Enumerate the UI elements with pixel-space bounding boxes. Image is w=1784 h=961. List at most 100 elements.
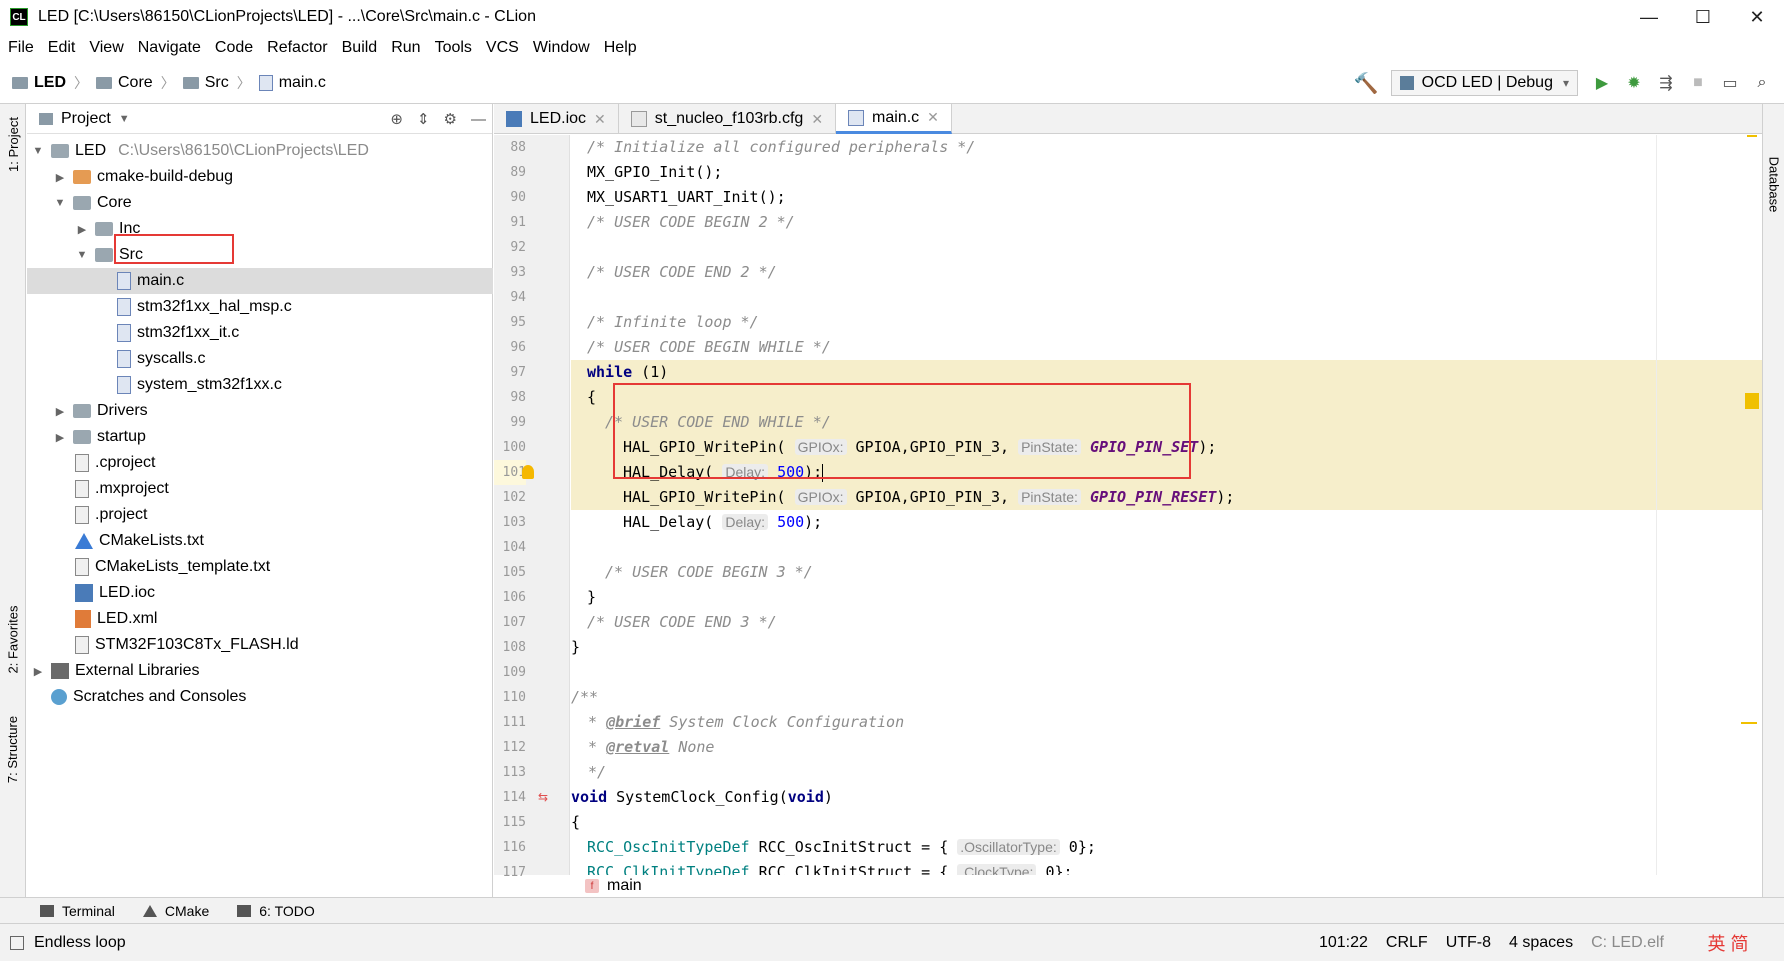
- tree-item-it[interactable]: stm32f1xx_it.c: [27, 320, 493, 346]
- menu-window[interactable]: Window: [533, 39, 590, 57]
- tree-item-core[interactable]: ▼ Core: [27, 190, 493, 216]
- project-icon: [39, 112, 53, 125]
- tree-item-flash-ld[interactable]: STM32F103C8Tx_FLASH.ld: [27, 632, 493, 658]
- hide-icon[interactable]: —: [471, 111, 486, 128]
- tree-item-syscalls[interactable]: syscalls.c: [27, 346, 493, 372]
- window-title: LED [C:\Users\86150\CLionProjects\LED] -…: [38, 8, 536, 25]
- lightbulb-icon[interactable]: [522, 465, 534, 479]
- file-encoding[interactable]: UTF-8: [1446, 934, 1491, 952]
- tab-st-nucleo-cfg[interactable]: st_nucleo_f103rb.cfg ✕: [619, 104, 837, 134]
- tool-terminal[interactable]: Terminal: [40, 903, 115, 919]
- tool-todo[interactable]: 6: TODO: [237, 903, 315, 919]
- chevron-down-icon[interactable]: ▼: [53, 197, 67, 209]
- tree-item-scratches[interactable]: Scratches and Consoles: [27, 684, 493, 710]
- tree-item-led-xml[interactable]: LED.xml: [27, 606, 493, 632]
- tree-item-led-ioc[interactable]: LED.ioc: [27, 580, 493, 606]
- editor-breadcrumb[interactable]: f main: [571, 875, 1762, 897]
- tree-item-hal-msp[interactable]: stm32f1xx_hal_msp.c: [27, 294, 493, 320]
- search-icon[interactable]: ⌕: [1752, 73, 1772, 93]
- code-line: while (1): [587, 363, 669, 381]
- minimize-button[interactable]: —: [1622, 0, 1676, 34]
- resolve-context[interactable]: C: LED.elf: [1591, 934, 1664, 952]
- close-tab-icon[interactable]: ✕: [594, 111, 606, 128]
- caret-position[interactable]: 101:22: [1319, 934, 1368, 952]
- tab-project[interactable]: 1: Project: [0, 104, 26, 184]
- menu-file[interactable]: File: [8, 39, 34, 57]
- tab-main-c[interactable]: main.c ✕: [836, 104, 952, 134]
- menu-code[interactable]: Code: [215, 39, 253, 57]
- tree-item-system-stm32[interactable]: system_stm32f1xx.c: [27, 372, 493, 398]
- layout-toggle-icon[interactable]: [10, 935, 24, 950]
- cmake-icon: [142, 904, 157, 917]
- tree-item-project[interactable]: .project: [27, 502, 493, 528]
- tree-item-drivers[interactable]: ▶ Drivers: [27, 398, 493, 424]
- library-icon: [51, 663, 69, 679]
- chevron-down-icon[interactable]: ▼: [119, 113, 130, 125]
- param-hint: PinState:: [1018, 489, 1081, 505]
- menu-bar: File Edit View Navigate Code Refactor Bu…: [0, 34, 1784, 62]
- maximize-button[interactable]: ☐: [1676, 0, 1730, 34]
- chevron-right-icon[interactable]: ▶: [75, 223, 89, 236]
- menu-help[interactable]: Help: [604, 39, 637, 57]
- debug-bug-icon[interactable]: ✹: [1624, 73, 1644, 93]
- close-tab-icon[interactable]: ✕: [811, 111, 823, 128]
- tool-cmake[interactable]: CMake: [142, 903, 209, 919]
- close-button[interactable]: ✕: [1730, 0, 1784, 34]
- breadcrumb-src[interactable]: Src: [182, 74, 229, 92]
- menu-refactor[interactable]: Refactor: [267, 39, 327, 57]
- chevron-right-icon[interactable]: ▶: [53, 431, 67, 444]
- breadcrumb-core[interactable]: Core: [96, 74, 153, 92]
- xml-file-icon: [75, 610, 91, 628]
- tree-item-led-root[interactable]: ▼ LED C:\Users\86150\CLionProjects\LED: [27, 138, 493, 164]
- tree-item-main-c[interactable]: main.c: [27, 268, 493, 294]
- menu-build[interactable]: Build: [342, 39, 378, 57]
- tab-database[interactable]: Database: [1763, 134, 1784, 234]
- tab-led-ioc[interactable]: LED.ioc ✕: [494, 104, 619, 134]
- chevron-down-icon[interactable]: ▼: [75, 249, 89, 261]
- build-hammer-icon[interactable]: 🔨: [1354, 71, 1379, 96]
- function-icon: f: [585, 879, 599, 893]
- tree-item-cproject[interactable]: .cproject: [27, 450, 493, 476]
- tree-item-mxproject[interactable]: .mxproject: [27, 476, 493, 502]
- tree-item-src[interactable]: ▼ Src: [27, 242, 493, 268]
- menu-view[interactable]: View: [89, 39, 123, 57]
- chevron-down-icon[interactable]: ▼: [31, 145, 45, 157]
- run-config-select[interactable]: OCD LED | Debug ▾: [1390, 70, 1578, 96]
- tree-item-startup[interactable]: ▶ startup: [27, 424, 493, 450]
- line-number: 92: [510, 240, 526, 255]
- menu-tools[interactable]: Tools: [435, 39, 472, 57]
- stop-icon[interactable]: ■: [1688, 73, 1708, 93]
- line-separator[interactable]: CRLF: [1386, 934, 1428, 952]
- menu-edit[interactable]: Edit: [48, 39, 76, 57]
- line-number-gutter: 88 89 90 91 92 93 94 95 96 97 98 99 100 …: [494, 135, 570, 880]
- menu-run[interactable]: Run: [391, 39, 420, 57]
- locate-icon[interactable]: ⊕: [390, 110, 403, 128]
- project-panel-title[interactable]: Project: [61, 110, 111, 128]
- line-number: 96: [510, 340, 526, 355]
- menu-navigate[interactable]: Navigate: [138, 39, 201, 57]
- chevron-right-icon[interactable]: ▶: [53, 171, 67, 184]
- menu-vcs[interactable]: VCS: [486, 39, 519, 57]
- tab-favorites[interactable]: 2: Favorites: [0, 594, 26, 684]
- code-line: /* USER CODE BEGIN 3 */: [605, 563, 813, 581]
- annotation-box: [613, 383, 1191, 479]
- tree-item-cmakelists-template[interactable]: CMakeLists_template.txt: [27, 554, 493, 580]
- chevron-right-icon[interactable]: ▶: [53, 405, 67, 418]
- breadcrumb-main-c[interactable]: main.c: [258, 74, 326, 92]
- collapse-all-icon[interactable]: ⇕: [417, 110, 430, 128]
- tab-structure[interactable]: 7: Structure: [0, 704, 26, 794]
- attach-debugger-icon[interactable]: ⇶: [1656, 73, 1676, 93]
- tree-item-external-libraries[interactable]: ▶ External Libraries: [27, 658, 493, 684]
- close-tab-icon[interactable]: ✕: [927, 109, 939, 126]
- layout-icon[interactable]: ▭: [1720, 73, 1740, 93]
- tree-item-cmake-build-debug[interactable]: ▶ cmake-build-debug: [27, 164, 493, 190]
- breadcrumb-led[interactable]: LED: [12, 74, 66, 92]
- chevron-right-icon[interactable]: ▶: [31, 665, 45, 678]
- gear-icon[interactable]: ⚙: [444, 110, 457, 128]
- todo-list-icon: [237, 904, 252, 917]
- code-editor[interactable]: /* Initialize all configured peripherals…: [571, 135, 1762, 875]
- tree-item-cmakelists[interactable]: CMakeLists.txt: [27, 528, 493, 554]
- indent-setting[interactable]: 4 spaces: [1509, 934, 1573, 952]
- run-icon[interactable]: ▶: [1592, 73, 1612, 93]
- tree-item-inc[interactable]: ▶ Inc: [27, 216, 493, 242]
